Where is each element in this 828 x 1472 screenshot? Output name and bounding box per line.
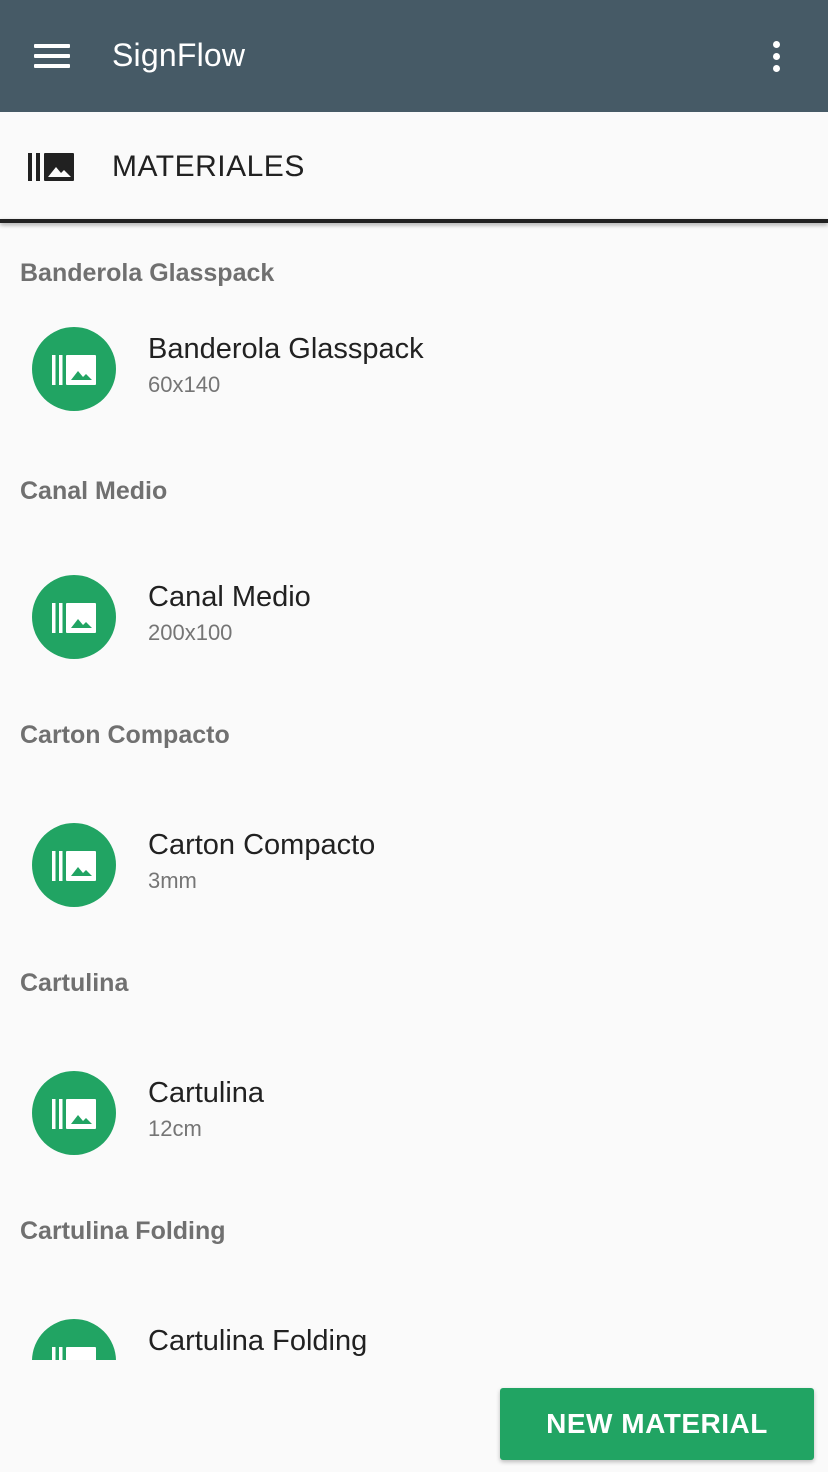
list-item[interactable]: Banderola Glasspack 60x140 (0, 319, 828, 419)
app-title: SignFlow (112, 37, 246, 73)
group-header: Canal Medio (20, 477, 168, 505)
material-name: Canal Medio (148, 581, 311, 613)
materials-library-icon (28, 153, 74, 181)
material-name: Cartulina (148, 1077, 265, 1109)
material-icon (32, 575, 116, 659)
materials-list: Banderola Glasspack Banderola Glasspack … (0, 223, 828, 1360)
list-group: Canal Medio Canal Medio 200x100 (0, 471, 828, 719)
material-size: 60x140 (148, 372, 221, 397)
material-size: 12cm (148, 1116, 202, 1141)
list-group: Cartulina Cartulina 12cm (0, 967, 828, 1215)
section-header: MATERIALES (0, 112, 828, 220)
list-group: Carton Compacto Carton Compacto 3mm (0, 719, 828, 967)
list-item[interactable]: Cartulina 12cm (0, 1063, 828, 1163)
material-icon (32, 327, 116, 411)
new-material-button[interactable]: NEW MATERIAL (500, 1388, 814, 1460)
hamburger-menu-icon[interactable] (22, 30, 82, 82)
material-size: 3mm (148, 868, 197, 893)
group-header: Cartulina Folding (20, 1217, 226, 1245)
material-icon (32, 823, 116, 907)
material-name: Carton Compacto (148, 829, 376, 861)
list-item[interactable]: Canal Medio 200x100 (0, 567, 828, 667)
material-size: 200x100 (148, 620, 233, 645)
list-group: Banderola Glasspack Banderola Glasspack … (0, 223, 828, 471)
group-header: Banderola Glasspack (20, 259, 275, 287)
material-icon (32, 1071, 116, 1155)
group-header: Carton Compacto (20, 721, 230, 749)
material-name: Banderola Glasspack (148, 333, 424, 365)
list-item[interactable]: Carton Compacto 3mm (0, 815, 828, 915)
list-group: Cartulina Folding Cartulina Folding (0, 1215, 828, 1360)
more-vertical-icon[interactable] (752, 30, 800, 82)
top-app-bar: SignFlow (0, 0, 828, 112)
material-icon (32, 1319, 116, 1360)
app-screen: SignFlow MATERIALES Banderola Glasspack (0, 0, 828, 1472)
material-name: Cartulina Folding (148, 1325, 368, 1357)
list-item[interactable]: Cartulina Folding (0, 1311, 828, 1360)
group-header: Cartulina (20, 969, 129, 997)
section-title: MATERIALES (112, 150, 305, 183)
